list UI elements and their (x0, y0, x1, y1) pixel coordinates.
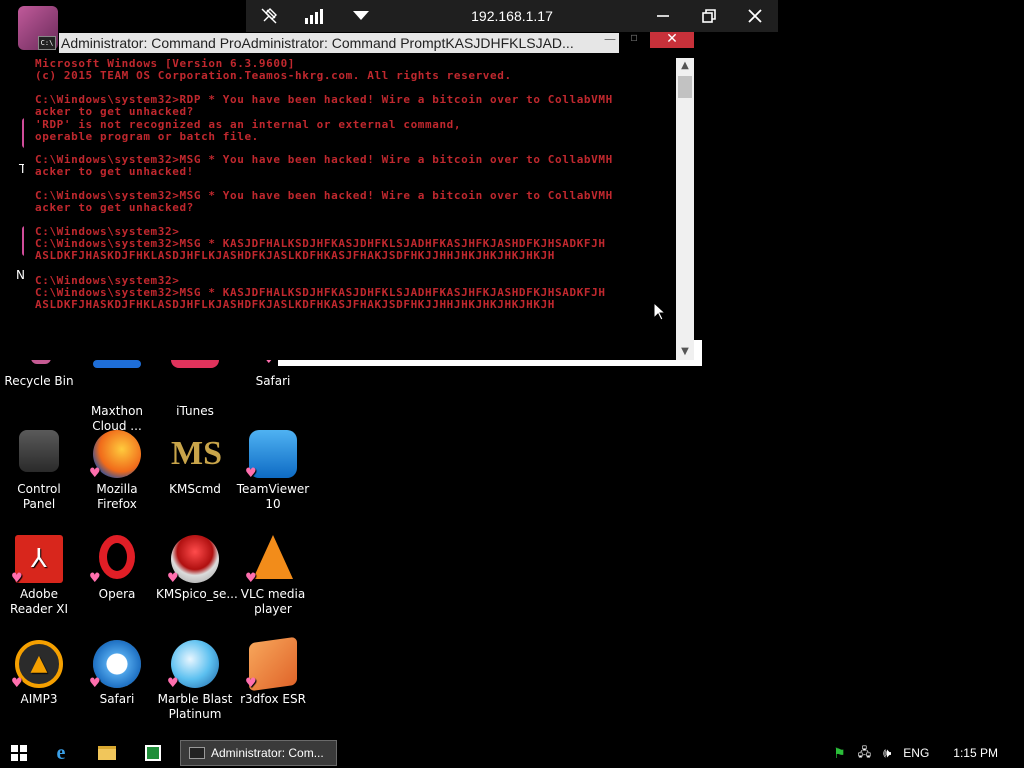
desktop-icon-label: KMScmd (169, 482, 221, 496)
scroll-thumb[interactable] (678, 76, 692, 98)
taskbar-store-button[interactable] (130, 738, 176, 768)
close-button[interactable]: ✕ (650, 30, 694, 48)
desktop-icon-aimp3[interactable]: ▲ ♥ AIMP3 (0, 640, 78, 707)
console-line: acker to get unhacked! (35, 165, 194, 178)
network-icon[interactable]: 🖧 (858, 743, 871, 764)
desktop-icon-label: Control Panel (17, 482, 61, 511)
minimize-icon[interactable]: — (604, 32, 616, 46)
desktop-icon-label: VLC media player (240, 587, 306, 616)
language-indicator[interactable]: ENG (903, 746, 929, 760)
cmd-app-icon: C:\ (38, 36, 56, 50)
desktop-icon-label: AIMP3 (20, 692, 58, 706)
clock[interactable]: 1:15 PM (953, 746, 998, 760)
desktop-icon-safari-2[interactable]: ♥ Safari (78, 640, 156, 707)
cmd-app-icon (189, 747, 205, 759)
cmd-console[interactable]: Microsoft Windows [Version 6.3.9600] (c)… (24, 58, 676, 360)
flag-icon[interactable]: ⚑ (833, 745, 846, 762)
scroll-down-icon[interactable]: ▼ (676, 344, 694, 360)
desktop-icon-teamviewer[interactable]: ♥ TeamViewer 10 (234, 430, 312, 512)
desktop-icon-opera[interactable]: ♥ Opera (78, 535, 156, 602)
itunes-icon (171, 360, 219, 368)
pin-off-icon[interactable] (246, 0, 292, 32)
taskbar-task-label: Administrator: Com... (211, 746, 324, 760)
desktop-icon-label: iTunes (176, 404, 214, 418)
taskbar-cmd-button[interactable]: Administrator: Com... (180, 740, 337, 766)
desktop-icon-marble-blast[interactable]: ♥ Marble Blast Platinum (156, 640, 234, 722)
desktop-icon-label: TeamViewer 10 (236, 482, 310, 511)
restore-icon[interactable] (686, 0, 732, 32)
console-line: acker to get unhacked? (35, 105, 194, 118)
taskbar-explorer-button[interactable] (84, 738, 130, 768)
desktop-icon-control-panel[interactable]: Control Panel (0, 430, 78, 512)
windows-logo-icon (11, 745, 27, 761)
start-button[interactable] (0, 738, 38, 768)
desktop-icon-label: KMSpico_se... (156, 587, 238, 601)
volume-icon[interactable]: 🕪 (883, 745, 891, 761)
maximize-icon[interactable]: ▫ (630, 30, 638, 44)
internet-explorer-icon: e (56, 741, 66, 764)
control-panel-icon (19, 430, 59, 472)
signal-bars-icon[interactable] (292, 0, 338, 32)
console-line: acker to get unhacked? (35, 201, 194, 214)
desktop-icon-firefox[interactable]: ♥ Mozilla Firefox (78, 430, 156, 512)
taskbar: e Administrator: Com... ⚑ 🖧 🕪 ENG 1:15 P… (0, 738, 1024, 768)
desktop-icon-label: Recycle Bin (4, 374, 74, 388)
desktop-icon-kmscmd[interactable]: MS KMScmd (156, 430, 234, 497)
console-line: (c) 2015 TEAM OS Corporation.Teamos-hkrg… (35, 69, 512, 82)
kmscmd-icon: MS (171, 435, 222, 472)
desktop-icon-vlc[interactable]: ♥ VLC media player (234, 535, 312, 617)
console-line: operable program or batch file. (35, 130, 259, 143)
close-icon: ✕ (666, 31, 678, 47)
vlc-icon (253, 535, 293, 579)
system-tray: ⚑ 🖧 🕪 ENG 1:15 PM (833, 738, 1024, 768)
console-line: ASLDKFJHASKDJFHKLASDJHFLKJASHDFKJASLKDFH… (35, 298, 556, 311)
opera-icon (99, 535, 135, 579)
rdp-connection-bar[interactable]: 192.168.1.17 (246, 0, 778, 32)
desktop-icon-label: Mozilla Firefox (96, 482, 138, 511)
close-icon[interactable] (732, 0, 778, 32)
desktop-icon-r3dfox[interactable]: ♥ r3dfox ESR (234, 636, 312, 707)
desktop-icon-label: Marble Blast Platinum (157, 692, 233, 721)
cmd-titlebar[interactable]: C:\ Administrator: Command ProAdministra… (24, 30, 694, 54)
desktop-icon-kmspico[interactable]: ♥ KMSpico_se... (156, 535, 238, 602)
rdp-host-address: 192.168.1.17 (471, 8, 553, 24)
minimize-icon[interactable] (640, 0, 686, 32)
folder-icon (98, 746, 116, 760)
desktop-icon-label: Opera (98, 587, 136, 601)
desktop-icon-label: Adobe Reader XI (9, 587, 69, 616)
desktop-icon-label: Safari (255, 374, 291, 388)
cmd-window[interactable]: C:\ Administrator: Command ProAdministra… (24, 30, 694, 360)
cmd-scrollbar[interactable]: ▲ ▼ (676, 58, 694, 360)
desktop-icon-adobe-reader[interactable]: ⅄ ♥ Adobe Reader XI (0, 535, 78, 617)
dropdown-icon[interactable] (338, 0, 384, 32)
desktop-icon-label: r3dfox ESR (240, 692, 306, 706)
console-line: ASLDKFJHASKDJFHKLASDJHFLKJASHDFKJASLKDFH… (35, 249, 556, 262)
scroll-up-icon[interactable]: ▲ (676, 58, 694, 74)
cmd-title: Administrator: Command ProAdministrator:… (59, 33, 619, 53)
taskbar-ie-button[interactable]: e (38, 738, 84, 768)
store-icon (145, 745, 161, 761)
maxthon-icon (93, 360, 141, 368)
desktop-icon-label: Safari (99, 692, 135, 706)
